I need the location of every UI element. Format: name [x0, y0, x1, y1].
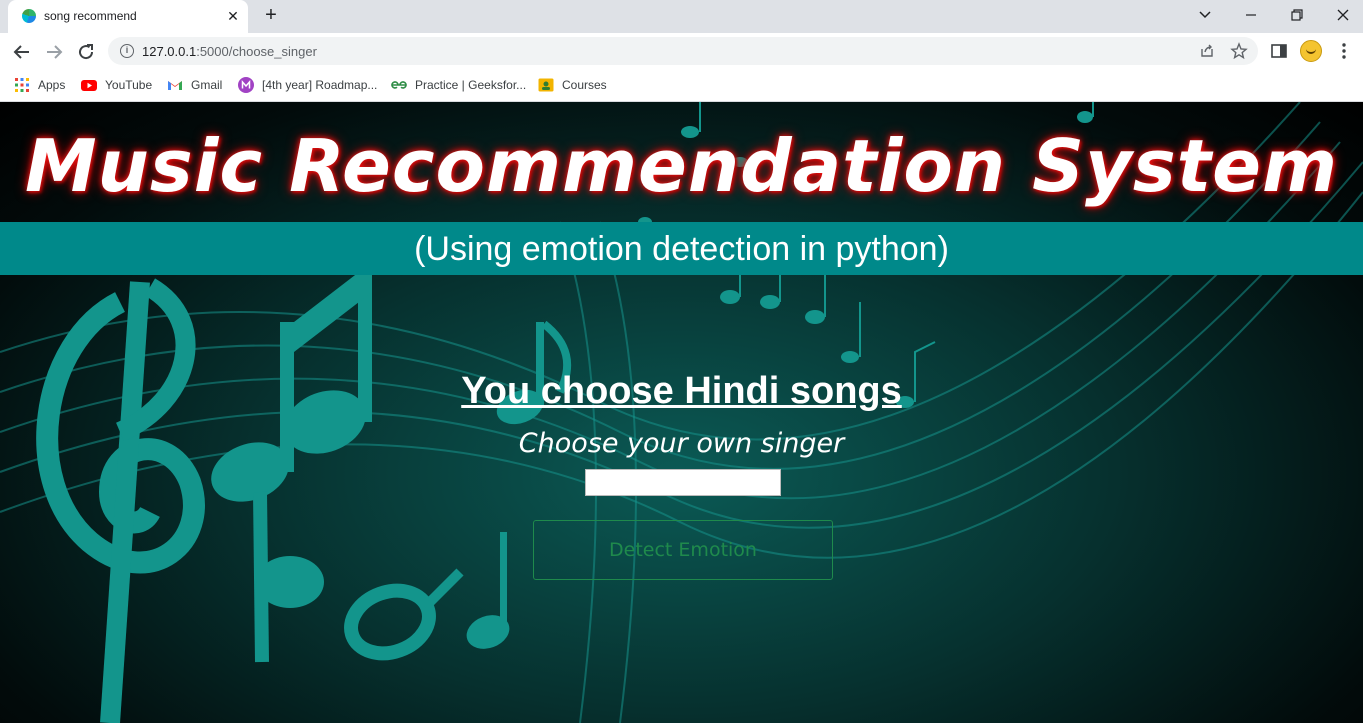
- bookmark-geeksforgeeks[interactable]: Practice | Geeksfor...: [391, 76, 526, 94]
- bookmark-label: Apps: [38, 78, 66, 92]
- courses-icon: [538, 78, 554, 92]
- bookmark-courses[interactable]: Courses: [538, 76, 607, 94]
- url-host: 127.0.0.1: [142, 44, 197, 59]
- close-tab-icon[interactable]: ✕: [224, 7, 242, 25]
- browser-tab[interactable]: song recommend ✕: [8, 0, 248, 33]
- bookmark-label: YouTube: [105, 78, 153, 92]
- bookmark-apps[interactable]: Apps: [14, 76, 65, 94]
- menu-kebab-icon[interactable]: [1334, 41, 1354, 61]
- side-panel-icon[interactable]: [1269, 41, 1289, 61]
- bookmark-roadmap[interactable]: [4th year] Roadmap...: [238, 76, 377, 94]
- back-arrow-icon[interactable]: [10, 40, 34, 64]
- apps-grid-icon: [15, 78, 29, 92]
- bookmark-gmail[interactable]: Gmail: [167, 76, 222, 94]
- m-badge-icon: [238, 77, 254, 93]
- tab-title: song recommend: [44, 9, 137, 23]
- singer-prompt: Choose your own singer: [518, 428, 845, 459]
- profile-avatar-icon[interactable]: [1300, 40, 1322, 62]
- geeksforgeeks-icon: [391, 81, 407, 89]
- page-content: Music Recommendation System (Using emoti…: [0, 102, 1363, 723]
- url-path: :5000/choose_singer: [196, 44, 317, 59]
- page-subtitle: (Using emotion detection in python): [414, 230, 949, 268]
- language-choice-heading: You choose Hindi songs: [461, 370, 902, 412]
- subtitle-banner: (Using emotion detection in python): [0, 222, 1363, 275]
- bookmark-youtube[interactable]: YouTube: [81, 76, 152, 94]
- singer-input[interactable]: [585, 469, 781, 496]
- browser-toolbar: i 127.0.0.1:5000/choose_singer: [0, 33, 1363, 69]
- bookmarks-bar: Apps YouTube Gmail [4th year] Roadmap...…: [0, 69, 1363, 102]
- youtube-icon: [81, 80, 97, 91]
- bookmark-star-icon[interactable]: [1230, 42, 1248, 60]
- bookmark-label: Courses: [562, 78, 607, 92]
- forward-arrow-icon[interactable]: [42, 40, 66, 64]
- minimize-icon[interactable]: [1240, 4, 1262, 26]
- url-text: 127.0.0.1:5000/choose_singer: [142, 44, 317, 59]
- page-title: Music Recommendation System: [24, 124, 1339, 208]
- address-bar[interactable]: i 127.0.0.1:5000/choose_singer: [108, 37, 1258, 65]
- detect-emotion-button[interactable]: Detect Emotion: [533, 520, 833, 580]
- share-icon[interactable]: [1198, 42, 1216, 60]
- site-info-icon[interactable]: i: [120, 44, 134, 58]
- bookmark-label: Gmail: [191, 78, 223, 92]
- restore-icon[interactable]: [1286, 4, 1308, 26]
- bookmark-label: [4th year] Roadmap...: [262, 78, 378, 92]
- close-window-icon[interactable]: [1332, 4, 1354, 26]
- tab-favicon-icon: [22, 9, 36, 23]
- tab-search-chevron-icon[interactable]: [1194, 4, 1216, 26]
- bookmark-label: Practice | Geeksfor...: [415, 78, 527, 92]
- new-tab-button[interactable]: +: [260, 5, 282, 27]
- tab-strip: song recommend ✕ +: [0, 0, 1363, 33]
- reload-icon[interactable]: [74, 40, 98, 64]
- gmail-icon: [168, 81, 182, 90]
